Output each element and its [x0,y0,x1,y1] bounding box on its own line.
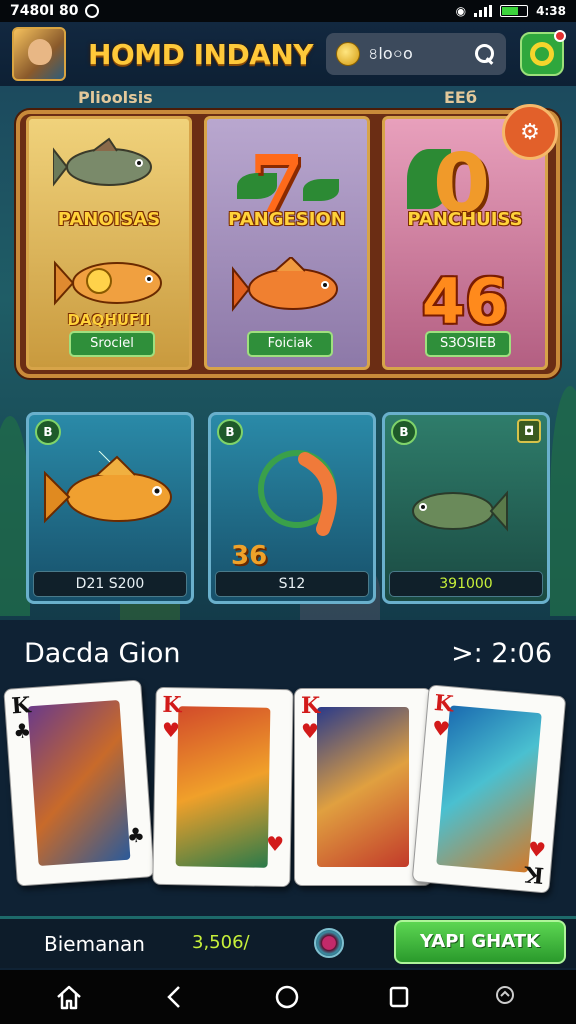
playing-card-3[interactable]: K ♥ [294,688,432,886]
game-tile-2[interactable]: B 36 S12 [208,412,376,604]
tile-corner-icon: B [391,419,417,445]
tile-2-number: 36 [231,541,268,571]
home-icon[interactable] [54,982,84,1012]
settings-button[interactable] [520,30,566,76]
status-bar: 7480I 80 ◉ 4:38 [0,0,576,22]
card-rank: K [301,693,321,719]
fish-icon [232,257,338,312]
bonus-badge-icon[interactable]: ⚙ [502,104,558,160]
card-rank-bottom: K [523,860,545,889]
tile-3-value: 391000 [389,571,543,597]
card-art [175,706,271,868]
card-suit-bottom: ♥ [265,831,285,857]
game-tile-3[interactable]: B ◘ 391000 [382,412,550,604]
wifi-icon: ◉ [455,4,467,18]
shrimp-icon [258,450,337,536]
slot-2-title: PANGESION [228,209,346,230]
playing-card-2[interactable]: K ♥ ♥ [152,686,294,888]
card-panel-title: Dacda Gion [24,638,181,669]
battery-icon [500,5,529,17]
slot-1-title: PANOISAS [57,209,161,230]
slot-3-button[interactable]: SЗOSIEB [425,331,511,357]
tile-corner-icon: B [35,419,61,445]
signal-icon [474,5,493,17]
card-art [436,705,542,873]
search-icon[interactable] [472,42,496,66]
slot-game-2[interactable]: 7 PANGESION Foiciak [204,116,370,370]
slot-1-button[interactable]: Srociel [69,331,155,357]
card-suit: ♥ [301,719,319,743]
playing-card-1[interactable]: K ♣ ♣ [3,679,155,887]
playing-card-4[interactable]: K ♥ K ♥ [411,684,567,894]
game-tile-1[interactable]: B D21 S200 [26,412,194,604]
search-box[interactable]: ৪lo০o [326,33,506,75]
slot-3-title: PANCHUISS [407,209,523,230]
banner-label-right: ЕЕб [444,88,478,107]
token-icon[interactable] [314,928,344,958]
avatar[interactable] [12,27,66,81]
card-art [317,707,409,867]
go-button[interactable]: YAPI GHATK [394,920,566,964]
card-suit: ♣ [12,718,32,744]
card-suit-bottom: ♣ [126,822,146,848]
player-name: Biemanan [44,932,145,956]
fish-icon [54,260,162,306]
card-suit: ♥ [431,715,452,742]
fish-icon [53,137,152,187]
recent-apps-icon[interactable] [384,982,414,1012]
tile-info-icon[interactable]: ◘ [517,419,541,443]
notification-icon [84,4,99,18]
app-header: HOMD INDANY ৪lo০o [0,22,576,86]
tile-corner-icon: B [217,419,243,445]
home-circle-icon[interactable] [272,982,302,1012]
notification-dot [554,30,566,42]
banner-label-left: Plioolsis [78,88,153,107]
card-rank: K [10,692,32,720]
tile-1-value: D21 S200 [33,571,187,597]
player-balance: 3,506/ [192,932,250,953]
status-time: 4:38 [536,4,566,18]
card-suit: ♥ [161,717,181,743]
settings-icon [530,42,554,66]
card-rank: K [162,691,182,719]
fish-icon [44,451,172,524]
slot-game-1[interactable]: PANOISAS DAQHUFII Srociel [26,116,192,370]
tile-2-value: S12 [215,571,369,597]
coin-icon [336,42,360,66]
back-icon[interactable] [160,982,190,1012]
slot-3-number: 46 [421,265,509,338]
card-rank: K [433,689,455,718]
countdown-timer: >: 2:06 [451,638,552,669]
card-art [27,699,131,867]
app-title: HOMD INDANY [88,37,314,71]
slot-2-button[interactable]: Foiciak [247,331,333,357]
gallery-icon[interactable] [490,982,520,1012]
status-left-text: 7480I 80 [10,3,79,19]
fish-icon [412,490,508,532]
card-suit-bottom: ♥ [526,836,547,863]
search-value: ৪lo০o [368,43,413,63]
slot-1-subtitle: DAQHUFII [67,311,151,329]
